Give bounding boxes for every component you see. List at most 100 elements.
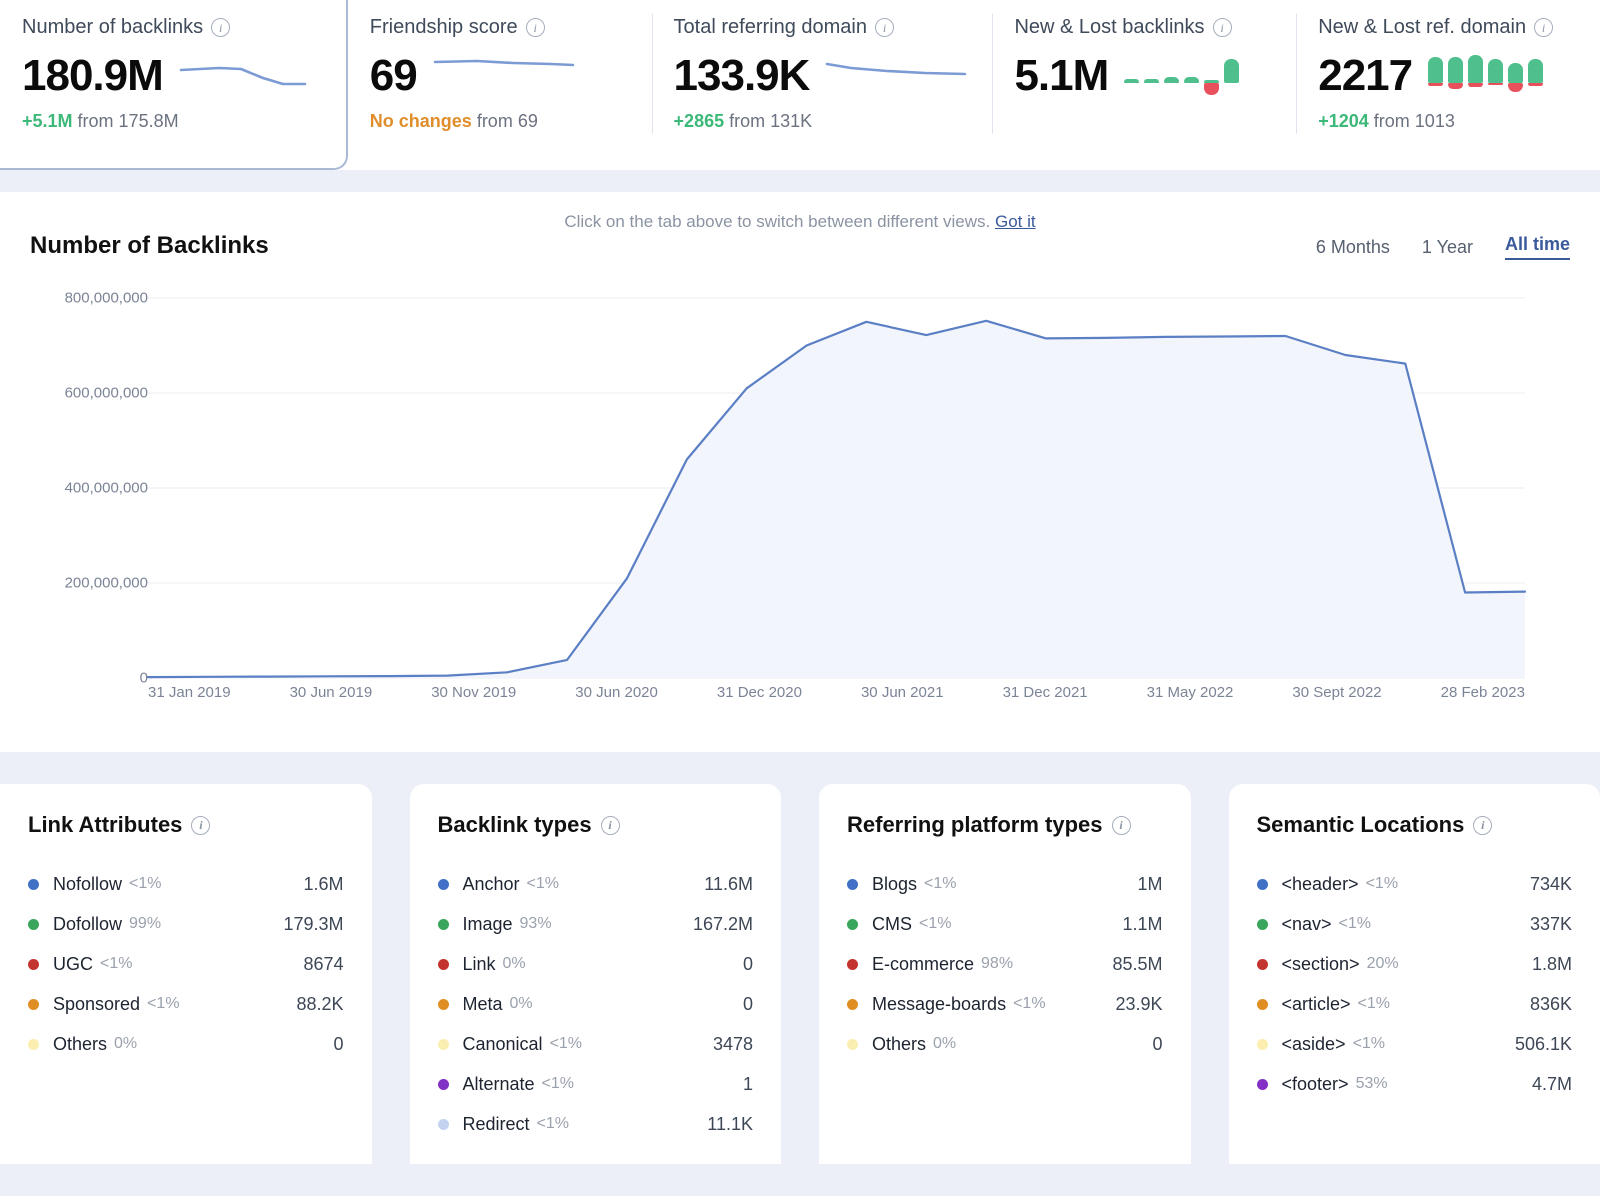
list-item-label: Anchor [463,874,520,895]
list-item[interactable]: Meta0%0 [438,984,754,1024]
kpi-card-2[interactable]: Total referring domaini133.9K+2865 from … [652,0,993,170]
list-item[interactable]: Blogs<1%1M [847,864,1163,904]
y-axis-tick: 600,000,000 [65,385,148,402]
info-icon[interactable]: i [1473,816,1492,835]
list-item[interactable]: <footer>53%4.7M [1257,1064,1573,1104]
list-item[interactable]: Message-boards<1%23.9K [847,984,1163,1024]
legend-dot-icon [438,1119,449,1130]
list-item[interactable]: <nav><1%337K [1257,904,1573,944]
list-item-percent: <1% [100,955,132,973]
list-item-label: <section> [1282,954,1360,975]
list-item-percent: 0% [503,955,526,973]
info-icon[interactable]: i [1213,18,1232,37]
list-item-percent: 99% [129,915,161,933]
time-range-tabs: 6 Months 1 Year All time [1316,234,1570,260]
legend-dot-icon [847,959,858,970]
kpi-delta-base: from 131K [729,111,812,131]
list-item-value: 23.9K [1115,994,1162,1015]
list-item-percent: 20% [1367,955,1399,973]
backlinks-chart-panel: Click on the tab above to switch between… [0,192,1600,752]
list-item[interactable]: Link0%0 [438,944,754,984]
list-item-value: 1 [743,1074,753,1095]
kpi-value: 2217 [1318,54,1412,98]
list-item[interactable]: Sponsored<1%88.2K [28,984,344,1024]
chart-hint-text: Click on the tab above to switch between… [564,212,990,231]
kpi-delta-change: +1204 [1318,111,1369,131]
list-item-label: Message-boards [872,994,1006,1015]
list-item-value: 836K [1530,994,1572,1015]
info-icon[interactable]: i [601,816,620,835]
list-item[interactable]: <header><1%734K [1257,864,1573,904]
list-item-value: 3478 [713,1034,753,1055]
list-item[interactable]: Anchor<1%11.6M [438,864,754,904]
list-item-value: 734K [1530,874,1572,895]
list-item-value: 0 [1152,1034,1162,1055]
list-item[interactable]: CMS<1%1.1M [847,904,1163,944]
list-item-value: 4.7M [1532,1074,1572,1095]
kpi-card-3[interactable]: New & Lost backlinksi5.1M [992,0,1296,170]
list-item-percent: 98% [981,955,1013,973]
kpi-card-1[interactable]: Friendship scorei69No changes from 69 [348,0,652,170]
x-axis-tick: 30 Sept 2022 [1292,684,1381,701]
list-item-value: 1.6M [303,874,343,895]
kpi-value: 69 [370,54,417,98]
detail-card-title-label: Referring platform types [847,812,1103,838]
list-item-percent: <1% [550,1035,582,1053]
list-item[interactable]: Redirect<1%11.1K [438,1104,754,1144]
info-icon[interactable]: i [1112,816,1131,835]
kpi-delta-base: from 175.8M [78,111,179,131]
detail-card-title: Semantic Locationsi [1257,812,1573,838]
legend-dot-icon [438,879,449,890]
list-item-percent: 0% [510,995,533,1013]
got-it-link[interactable]: Got it [995,212,1036,231]
kpi-card-0[interactable]: Number of backlinksi180.9M+5.1M from 175… [0,0,348,170]
mini-bar [1204,56,1219,96]
kpi-card-4[interactable]: New & Lost ref. domain i 2217 +1204 from 10… [1296,0,1600,170]
kpi-title: Friendship scorei [370,16,630,39]
kpi-delta-base: from 1013 [1374,111,1455,131]
list-item-value: 1.8M [1532,954,1572,975]
kpi-title: Total referring domaini [674,16,971,39]
list-item-label: <article> [1282,994,1351,1015]
list-item[interactable]: <aside><1%506.1K [1257,1024,1573,1064]
info-icon[interactable]: i [191,816,210,835]
x-axis-tick: 30 Jun 2019 [290,684,373,701]
x-axis-tick: 31 Dec 2020 [717,684,802,701]
list-item[interactable]: E-commerce98%85.5M [847,944,1163,984]
kpi-title-label: New & Lost ref. domain [1318,16,1526,39]
list-item-value: 11.1K [707,1114,753,1135]
list-item[interactable]: Others0%0 [847,1024,1163,1064]
list-item[interactable]: Canonical<1%3478 [438,1024,754,1064]
list-item[interactable]: Dofollow99%179.3M [28,904,344,944]
range-tab-0[interactable]: 6 Months [1316,237,1390,258]
x-axis-tick: 30 Nov 2019 [431,684,516,701]
list-item-label: Alternate [463,1074,535,1095]
list-item[interactable]: Others0%0 [28,1024,344,1064]
kpi-value: 133.9K [674,54,810,98]
range-tab-2[interactable]: All time [1505,234,1570,260]
y-axis-tick: 0 [140,670,148,687]
mini-bar [1528,56,1543,96]
chart-plot-area: 0200,000,000400,000,000600,000,000800,00… [30,286,1570,716]
list-item[interactable]: UGC<1%8674 [28,944,344,984]
list-item-percent: <1% [129,875,161,893]
list-item[interactable]: Nofollow<1%1.6M [28,864,344,904]
legend-dot-icon [28,999,39,1010]
list-item[interactable]: <article><1%836K [1257,984,1573,1024]
kpi-delta-base: from 69 [477,111,538,131]
mini-bar [1224,56,1239,96]
detail-card-title-label: Backlink types [438,812,592,838]
list-item[interactable]: Image93%167.2M [438,904,754,944]
info-icon[interactable]: i [1534,18,1553,37]
y-axis-tick: 800,000,000 [65,290,148,307]
list-item[interactable]: <section> 20% 1.8M [1257,944,1573,984]
info-icon[interactable]: i [875,18,894,37]
kpi-value-row: 133.9K [674,49,971,103]
info-icon[interactable]: i [211,18,230,37]
range-tab-1[interactable]: 1 Year [1422,237,1473,258]
kpi-title: Number of backlinksi [22,16,324,39]
list-item-label: <footer> [1282,1074,1349,1095]
legend-dot-icon [1257,1079,1268,1090]
info-icon[interactable]: i [526,18,545,37]
list-item[interactable]: Alternate<1%1 [438,1064,754,1104]
